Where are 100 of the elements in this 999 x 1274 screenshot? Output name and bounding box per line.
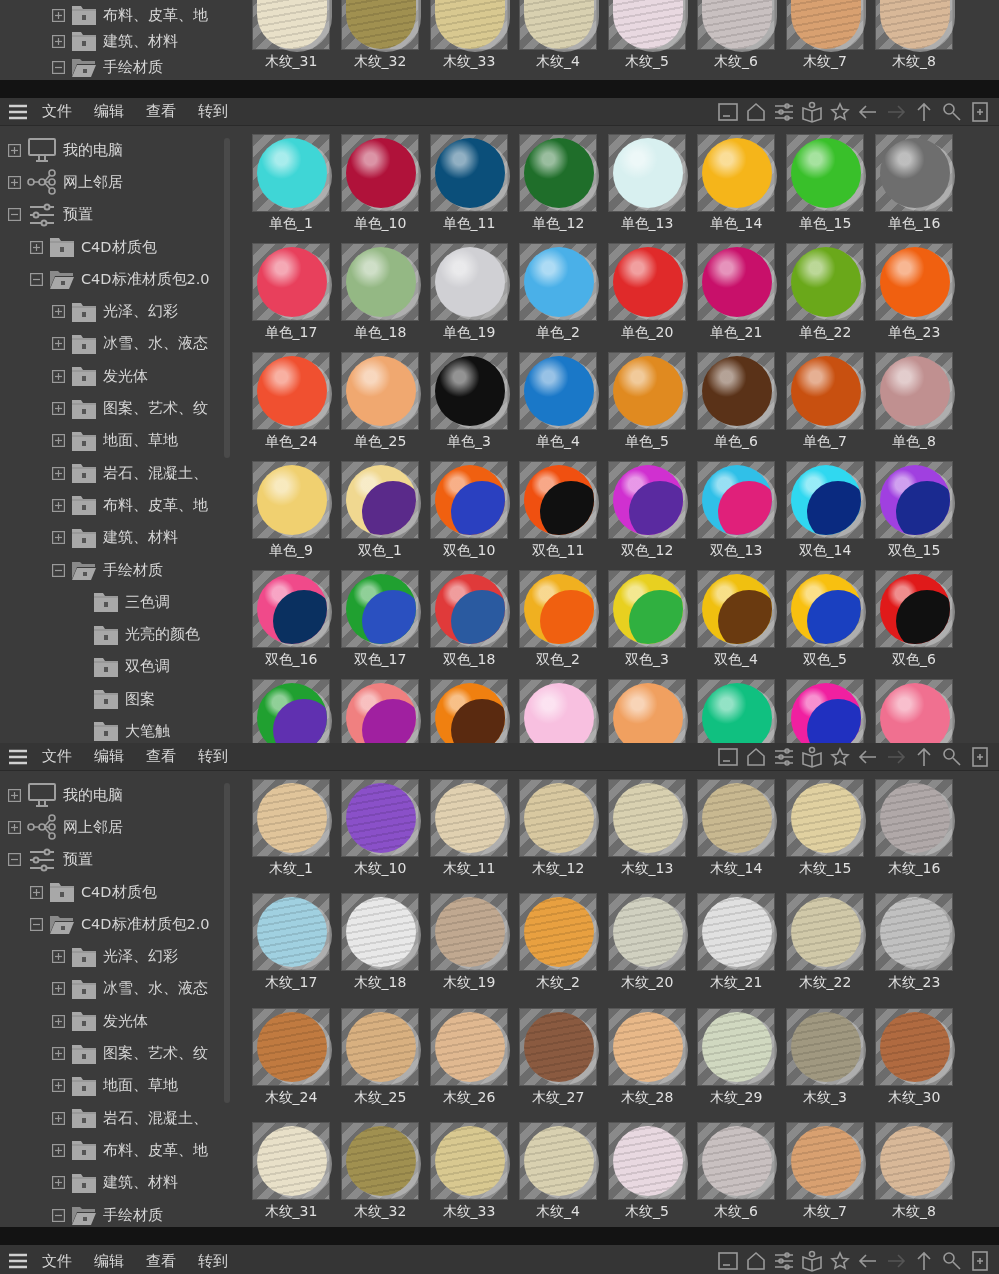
tree-item[interactable]: 手绘材质 — [103, 57, 163, 77]
expand-icon[interactable] — [52, 1047, 65, 1060]
tree-item[interactable]: C4D材质包 — [81, 882, 157, 902]
tree-item[interactable]: 预置 — [63, 205, 93, 225]
sliders-icon[interactable] — [773, 745, 795, 768]
sliders-icon[interactable] — [773, 1250, 795, 1272]
menu-icon[interactable] — [8, 748, 28, 765]
menu-item[interactable]: 转到 — [190, 100, 236, 123]
menu-item[interactable]: 编辑 — [86, 745, 132, 768]
home-icon[interactable] — [745, 745, 767, 768]
search-icon[interactable] — [941, 100, 963, 123]
tree-item[interactable]: 光泽、幻彩 — [103, 947, 178, 967]
material-thumbnail[interactable] — [608, 570, 686, 648]
menu-item[interactable]: 转到 — [190, 745, 236, 768]
tree-item[interactable]: 大笔触 — [125, 722, 170, 741]
expand-icon[interactable] — [52, 402, 65, 415]
material-thumbnail[interactable] — [875, 570, 953, 648]
expand-icon[interactable] — [52, 8, 65, 22]
expand-icon[interactable] — [52, 982, 65, 996]
tree-item[interactable]: 手绘材质 — [103, 560, 163, 580]
search-icon[interactable] — [941, 1250, 963, 1272]
add-icon[interactable] — [969, 100, 991, 123]
tree-item[interactable]: 三色调 — [125, 592, 170, 612]
material-thumbnail[interactable] — [786, 461, 864, 539]
tree-item[interactable]: 手绘材质 — [103, 1205, 163, 1225]
tree-item[interactable]: 岩石、混凝土、 — [103, 463, 208, 483]
tree-item[interactable]: 地面、草地 — [103, 431, 178, 451]
collapse-icon[interactable] — [52, 1208, 65, 1222]
tree-item[interactable]: 发光体 — [103, 366, 148, 386]
window-icon[interactable] — [717, 100, 739, 123]
star-icon[interactable] — [829, 100, 851, 123]
window-icon[interactable] — [717, 745, 739, 768]
menu-item[interactable]: 查看 — [138, 1249, 184, 1273]
expand-icon[interactable] — [8, 788, 21, 802]
tree-item[interactable]: 冰雪、水、液态 — [103, 334, 208, 354]
tree-item[interactable]: 建筑、材料 — [103, 1173, 178, 1193]
expand-icon[interactable] — [52, 466, 65, 480]
material-thumbnail[interactable] — [430, 570, 508, 648]
material-thumbnail[interactable] — [341, 461, 419, 539]
tree-item[interactable]: 布料、皮革、地 — [103, 1140, 208, 1160]
tree-item[interactable]: C4D标准材质包2.0 — [81, 914, 210, 934]
expand-icon[interactable] — [52, 434, 65, 448]
tree-item[interactable]: 我的电脑 — [63, 785, 123, 805]
material-thumbnail[interactable] — [697, 570, 775, 648]
menu-item[interactable]: 编辑 — [86, 1249, 132, 1273]
material-thumbnail[interactable] — [786, 570, 864, 648]
search-icon[interactable] — [941, 745, 963, 768]
menu-item[interactable]: 查看 — [138, 100, 184, 123]
tree-item[interactable]: C4D标准材质包2.0 — [81, 269, 210, 289]
expand-icon[interactable] — [52, 1111, 65, 1125]
expand-icon[interactable] — [8, 143, 21, 157]
tree-item[interactable]: C4D材质包 — [81, 237, 157, 257]
tree-item[interactable]: 岩石、混凝土、 — [103, 1108, 208, 1128]
collapse-icon[interactable] — [52, 563, 65, 577]
tree-item[interactable]: 光亮的颜色 — [125, 625, 200, 645]
expand-icon[interactable] — [52, 337, 65, 351]
home-icon[interactable] — [745, 100, 767, 123]
expand-icon[interactable] — [30, 885, 43, 899]
star-icon[interactable] — [829, 745, 851, 768]
menu-icon[interactable] — [8, 1253, 28, 1269]
star-icon[interactable] — [829, 1250, 851, 1272]
expand-icon[interactable] — [52, 1014, 65, 1028]
expand-icon[interactable] — [8, 175, 21, 189]
material-thumbnail[interactable] — [519, 570, 597, 648]
menu-item[interactable]: 文件 — [34, 100, 80, 123]
menu-item[interactable]: 文件 — [34, 745, 80, 768]
material-thumbnail[interactable] — [430, 461, 508, 539]
expand-icon[interactable] — [52, 1079, 65, 1093]
expand-icon[interactable] — [52, 1143, 65, 1157]
add-icon[interactable] — [969, 1250, 991, 1272]
book-icon[interactable] — [801, 745, 823, 768]
tree-item[interactable]: 双色调 — [125, 657, 170, 677]
tree-item[interactable]: 图案、艺术、纹 — [103, 399, 208, 418]
tree-item[interactable]: 布料、皮革、地 — [103, 5, 208, 25]
expand-icon[interactable] — [30, 240, 43, 254]
menu-item[interactable]: 转到 — [190, 1249, 236, 1273]
material-thumbnail[interactable] — [341, 570, 419, 648]
home-icon[interactable] — [745, 1250, 767, 1272]
collapse-icon[interactable] — [8, 208, 21, 222]
menu-item[interactable]: 编辑 — [86, 100, 132, 123]
menu-item[interactable]: 查看 — [138, 745, 184, 768]
collapse-icon[interactable] — [30, 917, 43, 931]
tree-item[interactable]: 建筑、材料 — [103, 528, 178, 548]
tree-item[interactable]: 冰雪、水、液态 — [103, 979, 208, 999]
tree-item[interactable]: 图案 — [125, 689, 155, 709]
book-icon[interactable] — [801, 1250, 823, 1272]
expand-icon[interactable] — [8, 820, 21, 834]
expand-icon[interactable] — [52, 34, 65, 48]
sliders-icon[interactable] — [773, 100, 795, 123]
collapse-icon[interactable] — [52, 60, 65, 74]
window-icon[interactable] — [717, 1250, 739, 1272]
menu-item[interactable]: 文件 — [34, 1249, 80, 1273]
material-thumbnail[interactable] — [875, 461, 953, 539]
book-icon[interactable] — [801, 100, 823, 123]
expand-icon[interactable] — [52, 531, 65, 545]
tree-item[interactable]: 发光体 — [103, 1011, 148, 1031]
expand-icon[interactable] — [52, 1176, 65, 1190]
collapse-icon[interactable] — [8, 853, 21, 867]
material-thumbnail[interactable] — [519, 461, 597, 539]
collapse-icon[interactable] — [30, 272, 43, 286]
